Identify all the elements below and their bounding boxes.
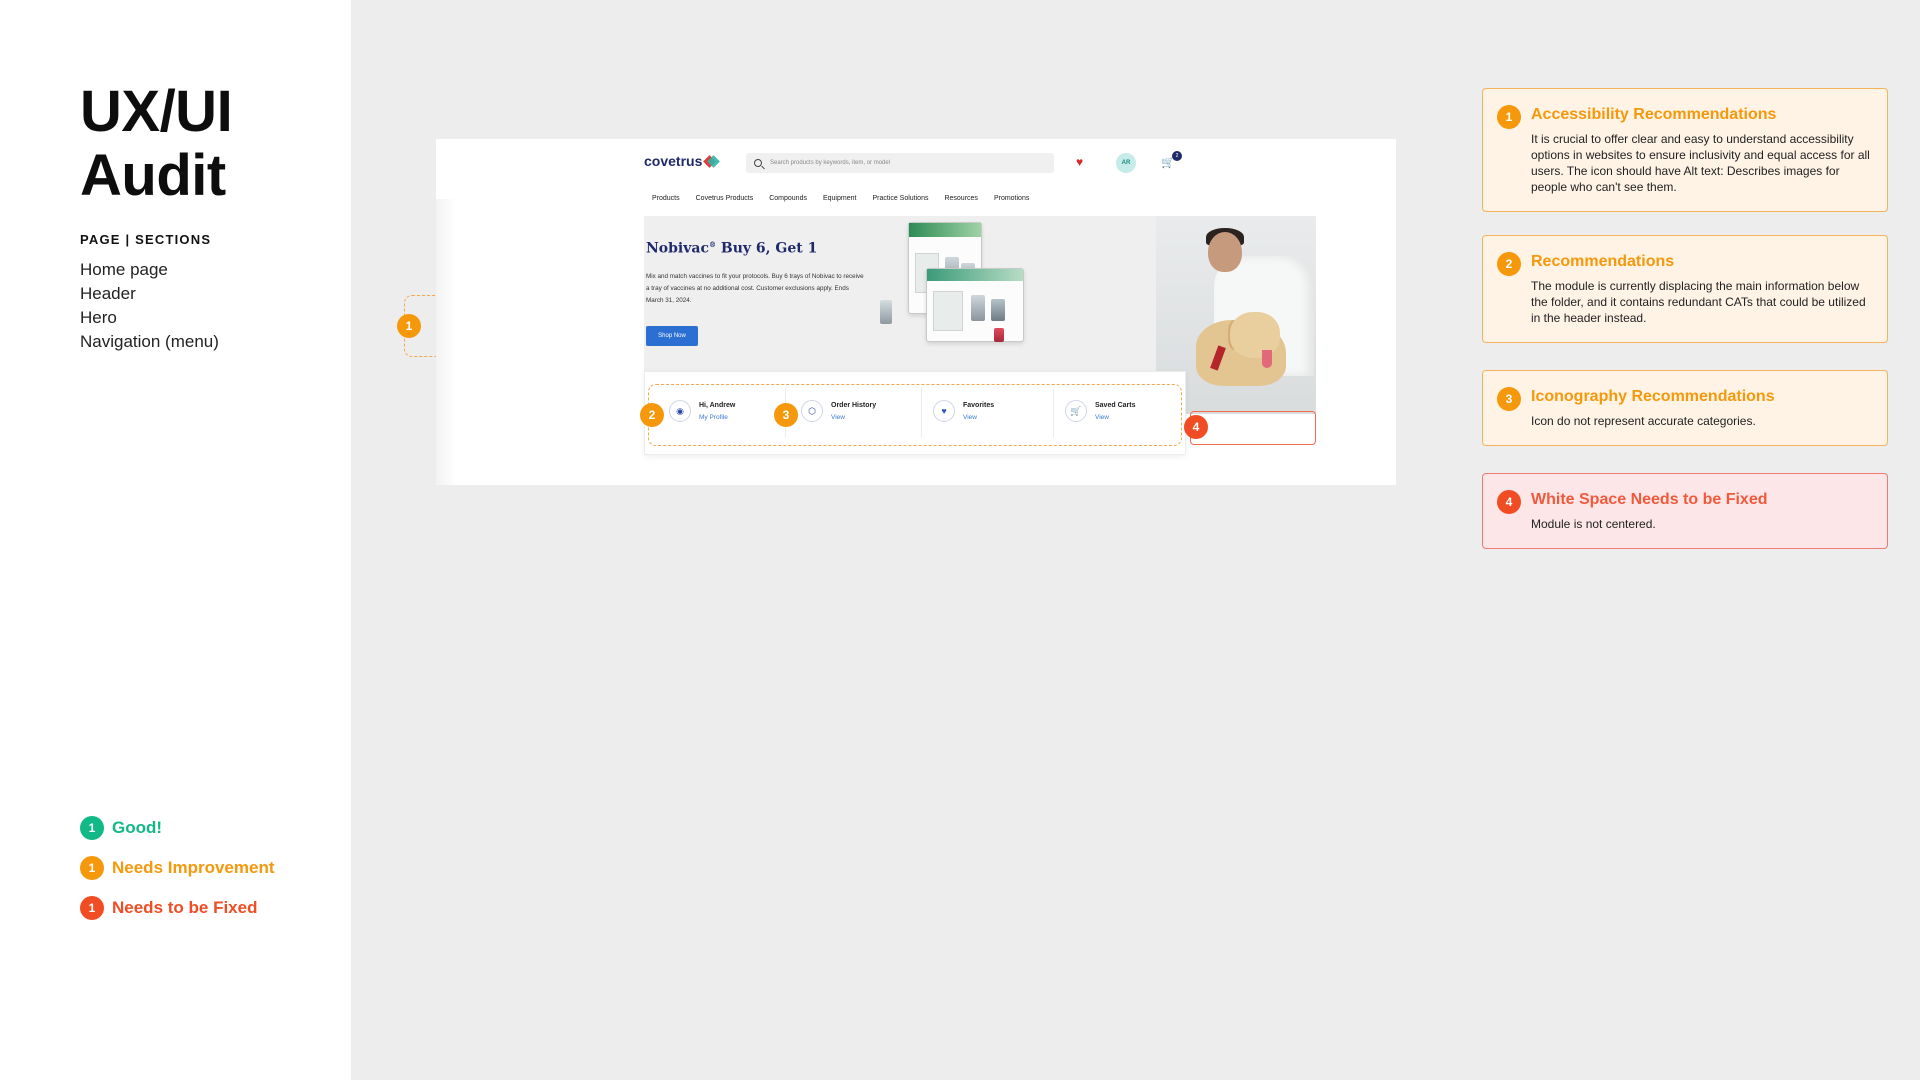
legend-fix-label: Needs to be Fixed [112,898,258,917]
card-marker-3: 3 [1497,387,1521,411]
page-title-line2: Audit [80,143,226,208]
shop-now-button[interactable]: Shop Now [646,326,698,346]
section-item: Hero [80,308,117,327]
nav-item-resources[interactable]: Resources [944,195,977,202]
card-recommendations: 2 Recommendations The module is currentl… [1482,235,1888,343]
legend: 1 Good! 1 Needs Improvement 1 Needs to b… [80,816,275,936]
card-body: Module is not centered. [1531,517,1656,531]
legend-good-label: Good! [112,818,163,837]
section-item: Home page [80,260,168,279]
hero-body: Mix and match vaccines to fit your proto… [646,273,864,304]
nav-item-products[interactable]: Products [652,195,680,202]
favorites-heart-icon[interactable]: ♥ [1076,155,1083,169]
marker-2: 2 [640,403,664,427]
card-marker-4: 4 [1497,490,1521,514]
card-title: Accessibility Recommendations [1531,106,1777,123]
sections-list: Home page Header Hero Navigation (menu) [80,258,219,354]
marker-1: 1 [397,314,421,338]
nav-item-promotions[interactable]: Promotions [994,195,1029,202]
card-title: White Space Needs to be Fixed [1531,491,1768,508]
site-nav: Products Covetrus Products Compounds Equ… [652,195,1029,202]
card-marker-1: 1 [1497,105,1521,129]
card-body: The module is currently displacing the m… [1531,279,1866,325]
card-body: It is crucial to offer clear and easy to… [1531,132,1870,194]
search-icon [754,159,762,167]
marker-3: 3 [774,403,798,427]
site-logo-text: covetrus [644,153,703,169]
nav-item-covetrus-products[interactable]: Covetrus Products [696,195,754,202]
vet-with-dog-image [1192,216,1316,414]
nav-item-compounds[interactable]: Compounds [769,195,807,202]
legend-improvement-dot: 1 [80,856,104,880]
website-mockup: covetrus Search products by keywords, it… [436,139,1396,485]
legend-good: 1 Good! [80,816,275,840]
left-panel: UX/UI Audit PAGE | SECTIONS Home page He… [0,0,351,1080]
avatar[interactable]: AR [1116,153,1136,173]
logo-mark-icon [703,154,721,168]
sections-heading: PAGE | SECTIONS [80,232,212,247]
legend-fix: 1 Needs to be Fixed [80,896,275,920]
nav-item-equipment[interactable]: Equipment [823,195,856,202]
annotation-box-4 [1190,411,1316,445]
page-title: UX/UI Audit [80,79,233,208]
vial-image [880,300,892,324]
marker-4: 4 [1184,415,1208,439]
card-white-space: 4 White Space Needs to be Fixed Module i… [1482,473,1888,549]
card-title: Recommendations [1531,253,1675,270]
legend-fix-dot: 1 [80,896,104,920]
card-body: Icon do not represent accurate categorie… [1531,414,1756,428]
vaccine-box-image-2 [926,268,1024,342]
section-item: Header [80,284,136,303]
nav-item-practice-solutions[interactable]: Practice Solutions [872,195,928,202]
hero-title: Nobivac® Buy 6, Get 1 [646,240,818,257]
site-search-placeholder: Search products by keywords, item, or mo… [770,160,891,166]
page-title-line1: UX/UI [80,79,233,144]
card-iconography: 3 Iconography Recommendations Icon do no… [1482,370,1888,446]
site-search-input[interactable]: Search products by keywords, item, or mo… [746,153,1054,173]
mock-fade [436,199,456,485]
site-logo[interactable]: covetrus [644,153,721,169]
section-item: Navigation (menu) [80,332,219,351]
card-accessibility: 1 Accessibility Recommendations It is cr… [1482,88,1888,212]
card-title: Iconography Recommendations [1531,388,1775,405]
card-marker-2: 2 [1497,252,1521,276]
legend-good-dot: 1 [80,816,104,840]
annotation-box-2-3 [648,384,1182,446]
legend-improvement: 1 Needs Improvement [80,856,275,880]
legend-improvement-label: Needs Improvement [112,858,275,877]
cart-badge: 2 [1172,151,1182,161]
vial-cap-image [994,328,1004,342]
